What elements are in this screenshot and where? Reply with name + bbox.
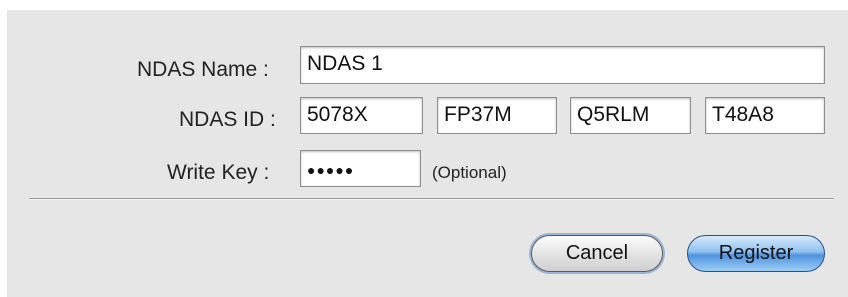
optional-hint: (Optional) — [432, 163, 507, 182]
ndas-id-part-3-input[interactable]: Q5RLM — [570, 97, 691, 134]
write-key-password-input[interactable]: ●●●●● — [300, 150, 421, 187]
register-button[interactable]: Register — [687, 235, 825, 272]
divider — [29, 198, 834, 200]
cancel-button[interactable]: Cancel — [531, 235, 663, 272]
write-key-label: Write Key : — [167, 161, 270, 184]
ndas-id-part-4-input[interactable]: T48A8 — [705, 97, 825, 134]
ndas-name-label: NDAS Name : — [137, 58, 269, 81]
ndas-id-label: NDAS ID : — [179, 108, 276, 131]
ndas-id-part-1-input[interactable]: 5078X — [300, 97, 423, 134]
ndas-id-part-2-input[interactable]: FP37M — [437, 97, 557, 134]
ndas-name-input[interactable]: NDAS 1 — [300, 46, 825, 84]
ndas-register-dialog: NDAS Name : NDAS 1 NDAS ID : 5078X FP37M… — [7, 10, 848, 297]
